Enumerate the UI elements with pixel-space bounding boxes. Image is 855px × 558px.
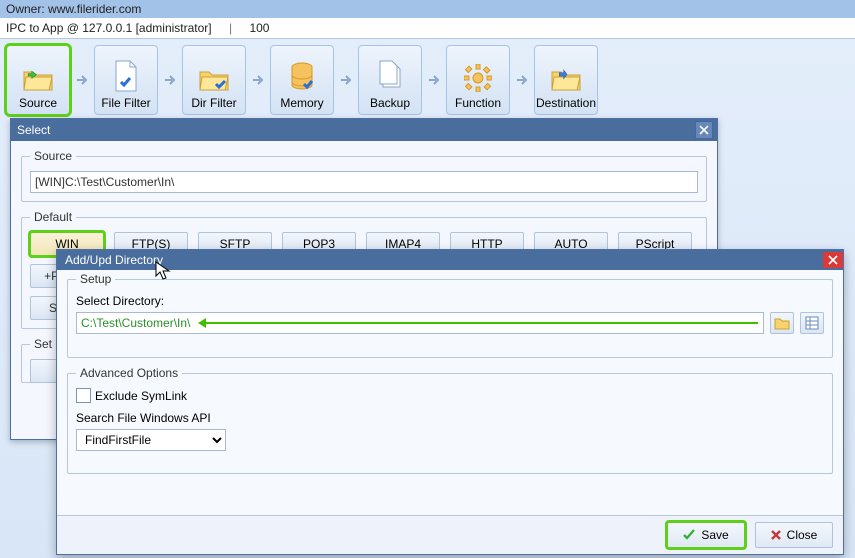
x-icon: [771, 530, 781, 540]
advanced-group: Advanced Options Exclude SymLink Search …: [67, 366, 833, 474]
source-path-input[interactable]: [30, 171, 698, 193]
close-icon: [828, 255, 838, 265]
default-legend: Default: [30, 210, 76, 224]
source-legend: Source: [30, 149, 76, 163]
main-toolbar: Source File Filter Dir Filter Memory: [0, 39, 855, 123]
toolbar-backup[interactable]: Backup: [358, 45, 422, 115]
folder-icon: [774, 316, 790, 330]
addupd-title: Add/Upd Directory: [65, 253, 163, 267]
owner-label: Owner:: [6, 2, 45, 16]
files-stack-icon: [377, 60, 403, 92]
database-icon: [290, 62, 314, 92]
toolbar-source[interactable]: Source: [6, 45, 70, 115]
toolbar-destination[interactable]: Destination: [534, 45, 598, 115]
status-count: 100: [249, 21, 269, 35]
status-bar: IPC to App @ 127.0.0.1 [administrator] |…: [0, 18, 855, 39]
checkmark-icon: [683, 529, 695, 541]
dialog-footer: Save Close: [57, 515, 843, 554]
toolbar-label: Dir Filter: [191, 96, 236, 110]
toolbar-memory[interactable]: Memory: [270, 45, 334, 115]
advanced-legend: Advanced Options: [76, 366, 182, 380]
search-api-select[interactable]: FindFirstFile: [76, 429, 226, 451]
set-legend: Set: [30, 337, 56, 351]
list-icon: [805, 316, 819, 330]
setup-group: Setup Select Directory:: [67, 272, 833, 358]
toolbar-label: Destination: [536, 96, 596, 110]
owner-bar: Owner: www.filerider.com: [0, 0, 855, 18]
exclude-symlink-checkbox[interactable]: Exclude SymLink: [76, 388, 824, 403]
arrow-icon: [510, 68, 534, 92]
checkbox-icon: [76, 388, 91, 403]
list-view-button[interactable]: [800, 312, 824, 334]
toolbar-label: Source: [19, 96, 57, 110]
setup-legend: Setup: [76, 272, 115, 286]
select-dialog-close[interactable]: [695, 121, 713, 139]
file-check-icon: [113, 60, 139, 92]
addupd-title-bar[interactable]: Add/Upd Directory: [57, 250, 843, 270]
folder-in-icon: [550, 66, 582, 92]
arrow-icon: [70, 68, 94, 92]
select-dir-label: Select Directory:: [76, 294, 824, 308]
save-button[interactable]: Save: [667, 522, 745, 548]
toolbar-file-filter[interactable]: File Filter: [94, 45, 158, 115]
toolbar-dir-filter[interactable]: Dir Filter: [182, 45, 246, 115]
toolbar-label: Backup: [370, 96, 410, 110]
toolbar-label: Function: [455, 96, 501, 110]
close-icon: [699, 125, 709, 135]
search-api-label: Search File Windows API: [76, 411, 824, 425]
owner-value: www.filerider.com: [48, 2, 141, 16]
arrow-icon: [422, 68, 446, 92]
addupd-dialog: Add/Upd Directory Setup Select Directory…: [56, 249, 844, 555]
highlight-arrow-icon: [201, 322, 758, 324]
select-dialog-title: Select: [17, 123, 50, 137]
arrow-icon: [334, 68, 358, 92]
toolbar-label: Memory: [280, 96, 323, 110]
toolbar-label: File Filter: [101, 96, 150, 110]
toolbar-function[interactable]: Function: [446, 45, 510, 115]
browse-button[interactable]: [770, 312, 794, 334]
addupd-close[interactable]: [823, 252, 843, 268]
status-app: IPC to App @ 127.0.0.1 [administrator]: [6, 21, 212, 35]
arrow-icon: [158, 68, 182, 92]
folder-check-icon: [198, 66, 230, 92]
folder-open-icon: [22, 66, 54, 92]
source-group: Source: [21, 149, 707, 202]
select-dialog-title-bar[interactable]: Select: [11, 119, 717, 141]
gear-icon: [464, 64, 492, 92]
close-button[interactable]: Close: [755, 522, 833, 548]
arrow-icon: [246, 68, 270, 92]
